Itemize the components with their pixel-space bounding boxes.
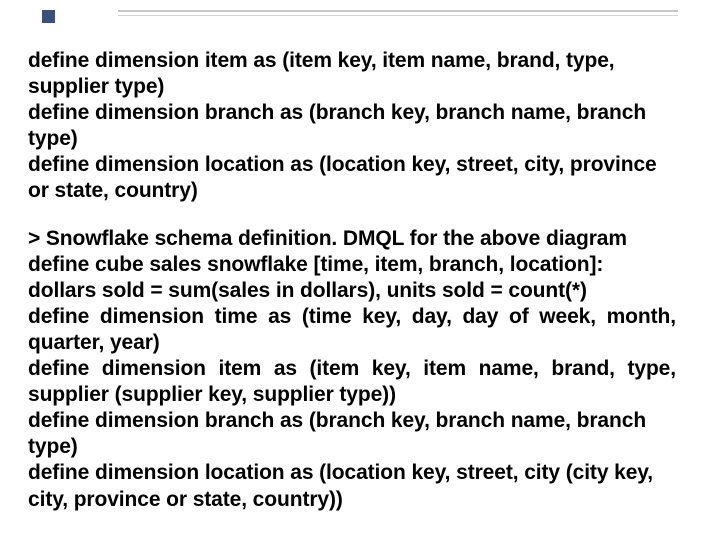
content-block: define dimension item as (item key, item… [28,48,676,513]
dim-item-line: define dimension item as (item key, item… [28,48,676,100]
section-gap [28,204,676,226]
dim-location-line: define dimension location as (location k… [28,152,676,204]
dim-location-snow-line: define dimension location as (location k… [28,460,676,512]
dim-branch-snow-line: define dimension branch as (branch key, … [28,408,676,460]
cube-define-line: define cube sales snowflake [time, item,… [28,252,676,278]
header-rule-thick [118,10,678,12]
dim-time-line: define dimension time as (time key, day,… [28,304,676,356]
slide: define dimension item as (item key, item… [0,0,720,540]
header-bullet-icon [42,10,55,23]
measures-line: dollars sold = sum(sales in dollars), un… [28,278,676,304]
snowflake-title: > Snowflake schema definition. DMQL for … [28,226,676,252]
header-rule-thin [118,15,678,16]
dim-item-snow-line: define dimension item as (item key, item… [28,356,676,408]
dim-branch-line: define dimension branch as (branch key, … [28,100,676,152]
